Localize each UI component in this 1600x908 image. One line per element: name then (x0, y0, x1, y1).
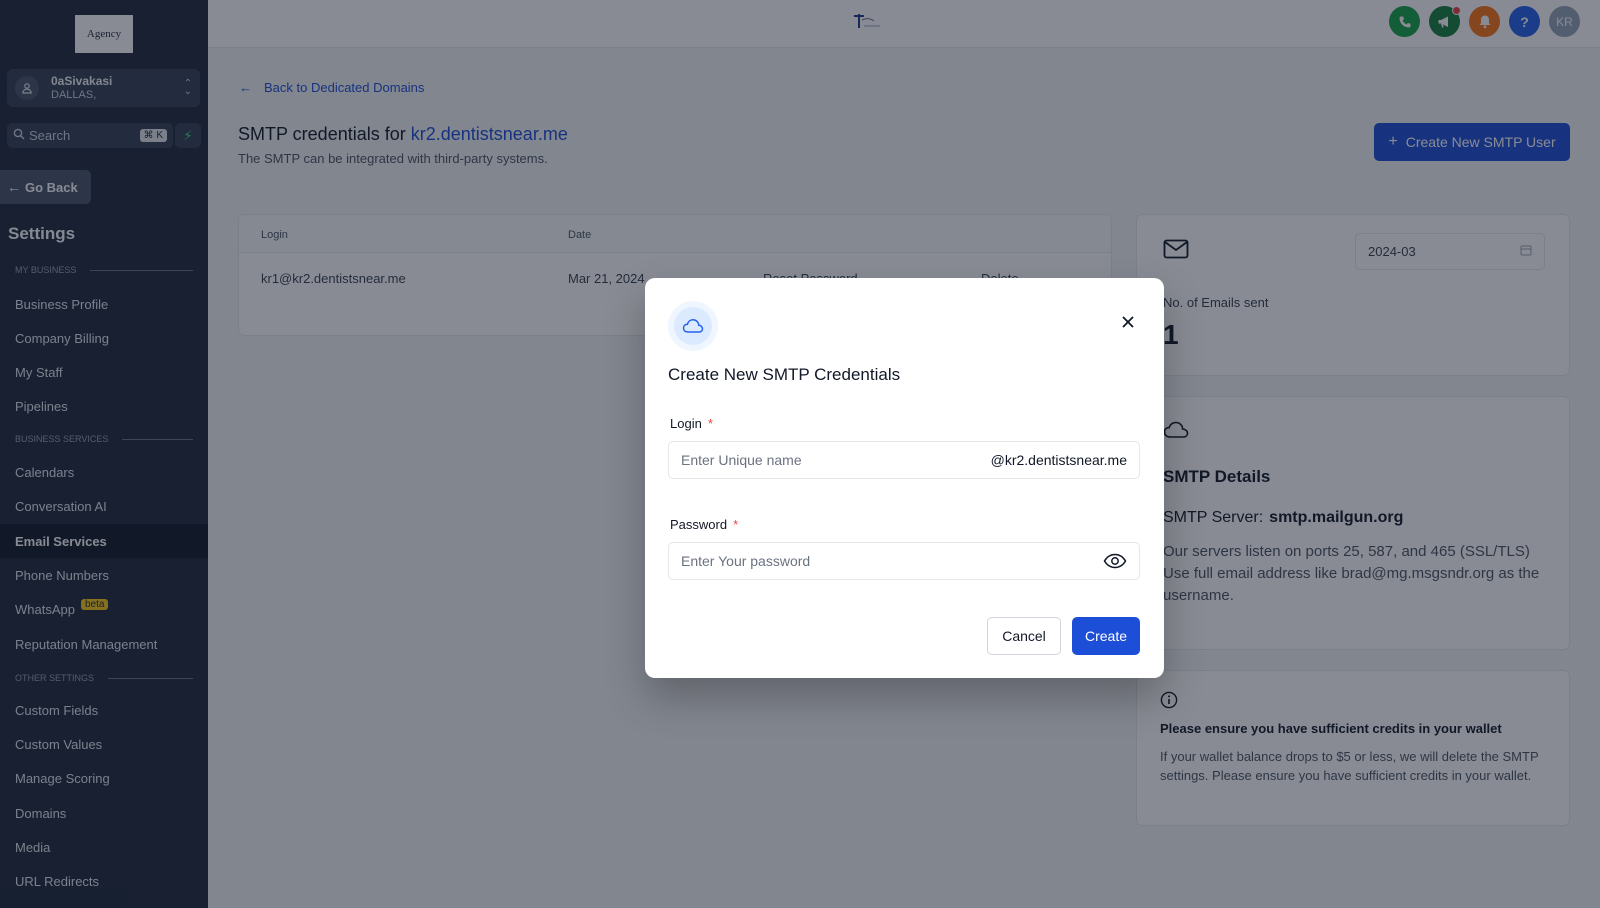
password-field (668, 542, 1140, 580)
cloud-icon (674, 307, 712, 345)
modal-title: Create New SMTP Credentials (668, 365, 901, 384)
close-icon[interactable] (1118, 312, 1138, 332)
login-input[interactable] (681, 452, 991, 468)
create-smtp-credentials-modal: Create New SMTP Credentials Login* @kr2.… (645, 278, 1164, 678)
create-button[interactable]: Create (1072, 617, 1140, 655)
eye-icon[interactable] (1103, 553, 1127, 569)
login-domain-suffix: @kr2.dentistsnear.me (990, 452, 1127, 468)
cancel-button[interactable]: Cancel (987, 617, 1061, 655)
login-field: @kr2.dentistsnear.me (668, 441, 1140, 479)
password-input[interactable] (681, 553, 1103, 569)
login-label: Login * (670, 416, 713, 431)
password-label: Password * (670, 517, 739, 532)
